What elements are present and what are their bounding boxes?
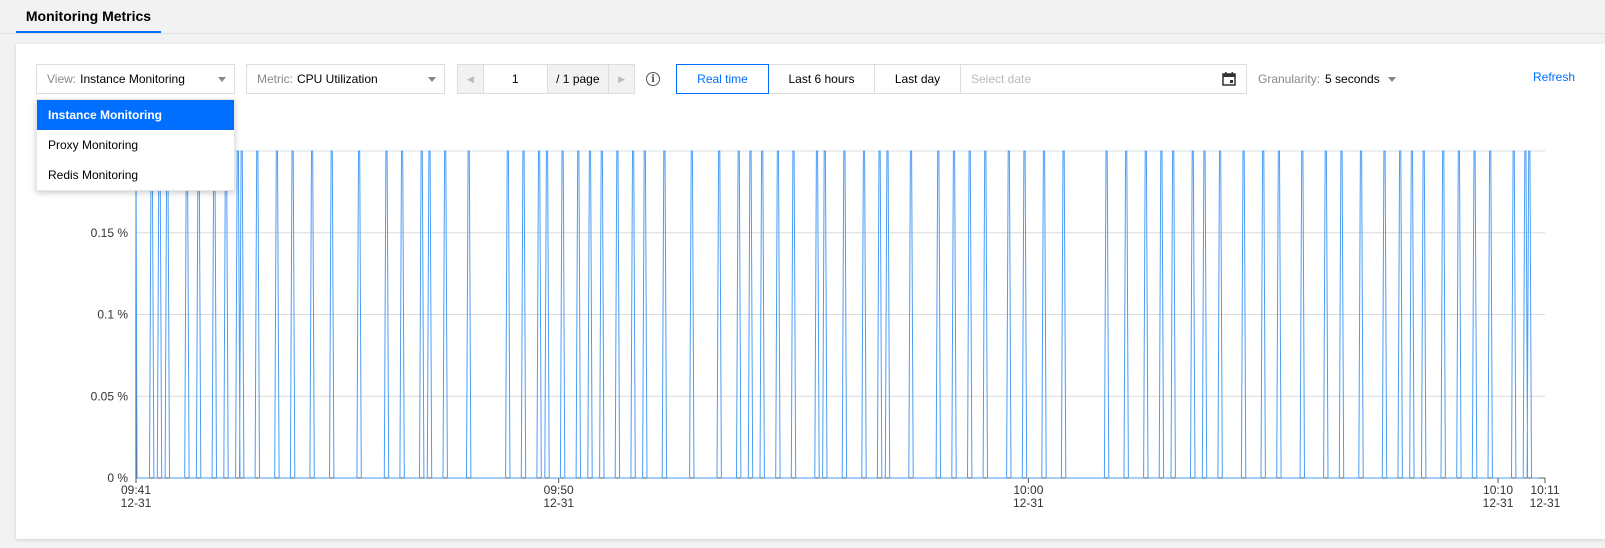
x-tick-label-time: 09:41 [121, 483, 151, 497]
x-tick-label-date: 12-31 [1483, 496, 1514, 510]
x-tick-label-date: 12-31 [1530, 496, 1561, 510]
dropdown-option-proxy-monitoring[interactable]: Proxy Monitoring [37, 130, 234, 160]
x-tick-label-time: 09:50 [544, 483, 574, 497]
x-tick-label-date: 12-31 [121, 496, 152, 510]
x-tick-label-time: 10:11 [1530, 483, 1559, 497]
realtime-button[interactable]: Real time [676, 64, 769, 94]
dropdown-option-redis-monitoring[interactable]: Redis Monitoring [37, 160, 234, 190]
x-tick-label-date: 12-31 [1013, 496, 1044, 510]
x-tick-label-time: 10:00 [1013, 483, 1043, 497]
view-dropdown-menu: Instance Monitoring Proxy Monitoring Red… [36, 99, 235, 191]
x-tick-label-time: 10:10 [1483, 483, 1513, 497]
y-tick-label: 0.05 % [91, 389, 129, 403]
dropdown-option-instance-monitoring[interactable]: Instance Monitoring [37, 100, 234, 130]
y-tick-label: 0.15 % [91, 226, 129, 240]
cpu-utilization-chart: 0 %0.05 %0.1 %0.15 %09:4112-3109:5012-31… [91, 146, 1561, 510]
x-tick-label-date: 12-31 [543, 496, 574, 510]
y-tick-label: 0.1 % [97, 308, 128, 322]
